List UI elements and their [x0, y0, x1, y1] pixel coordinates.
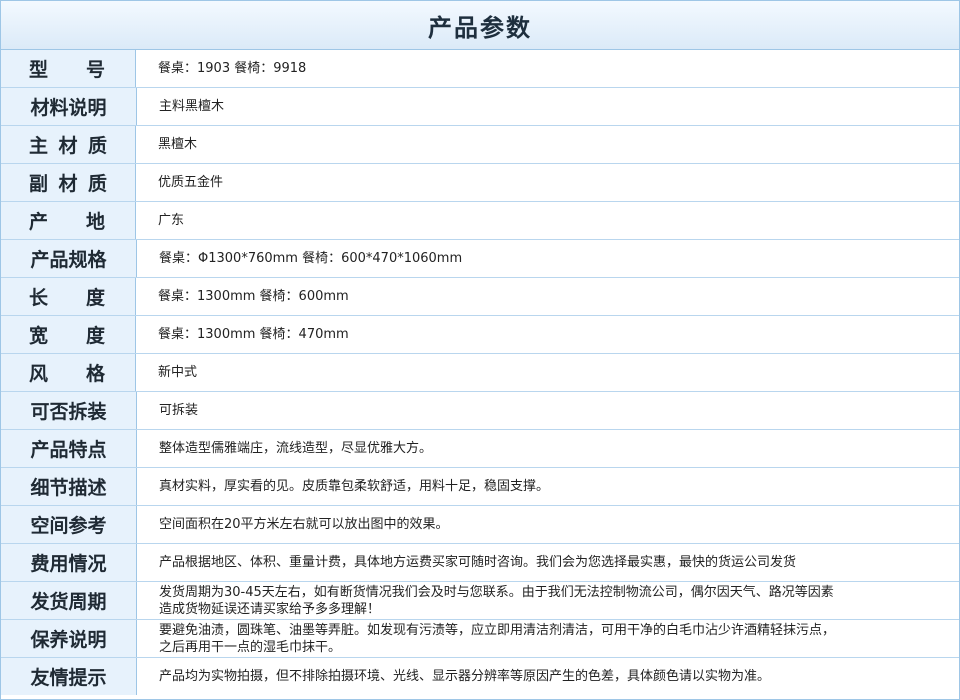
table-row: 保养说明 要避免油渍，圆珠笔、油墨等弄脏。如发现有污渍等，应立即用清洁剂清洁，可…: [1, 620, 959, 658]
row-label-detachable: 可否拆装: [1, 392, 137, 429]
row-label-space-reference: 空间参考: [1, 506, 137, 543]
row-label-model: 型 号: [1, 50, 136, 87]
row-value-model: 餐桌：1903 餐椅：9918: [158, 61, 307, 76]
row-label-features: 产品特点: [1, 430, 137, 467]
table-row: 空间参考 空间面积在20平方米左右就可以放出图中的效果。: [1, 506, 959, 544]
row-label-length: 长 度: [1, 278, 136, 315]
table-row: 材料说明 主料黑檀木: [1, 88, 959, 126]
table-title: 产品参数: [428, 13, 532, 42]
row-value-space-reference: 空间面积在20平方米左右就可以放出图中的效果。: [159, 517, 449, 532]
row-value-features: 整体造型儒雅端庄，流线造型，尽显优雅大方。: [159, 441, 433, 456]
row-value-cost: 产品根据地区、体积、重量计费，具体地方运费买家可随时咨询。我们会为您选择最实惠，…: [159, 555, 797, 570]
row-value-friendly-tip: 产品均为实物拍摄，但不排除拍摄环境、光线、显示器分辨率等原因产生的色差，具体颜色…: [159, 669, 771, 684]
row-label-origin: 产 地: [1, 202, 136, 239]
table-row: 可否拆装 可拆装: [1, 392, 959, 430]
table-row: 长 度 餐桌：1300mm 餐椅：600mm: [1, 278, 959, 316]
row-value-main-material: 黑檀木: [158, 137, 198, 152]
row-value-style: 新中式: [158, 365, 198, 380]
product-parameters-table: 产品参数 型 号 餐桌：1903 餐椅：9918 材料说明 主料黑檀木 主 材 …: [0, 0, 960, 700]
row-label-maintenance: 保养说明: [1, 620, 137, 657]
row-label-shipping-cycle: 发货周期: [1, 582, 137, 619]
row-value-shipping-cycle: 发货周期为30-45天左右，如有断货情况我们会及时与您联系。由于我们无法控制物流…: [159, 584, 834, 617]
row-label-secondary-material: 副 材 质: [1, 164, 136, 201]
table-row: 费用情况 产品根据地区、体积、重量计费，具体地方运费买家可随时咨询。我们会为您选…: [1, 544, 959, 582]
table-row: 产品特点 整体造型儒雅端庄，流线造型，尽显优雅大方。: [1, 430, 959, 468]
row-value-secondary-material: 优质五金件: [158, 175, 224, 190]
table-row: 产品规格 餐桌：Φ1300*760mm 餐椅：600*470*1060mm: [1, 240, 959, 278]
row-value-material-desc: 主料黑檀木: [159, 99, 225, 114]
row-label-material-desc: 材料说明: [1, 88, 137, 125]
row-value-details: 真材实料，厚实看的见。皮质靠包柔软舒适，用料十足，稳固支撑。: [159, 479, 550, 494]
table-row: 产 地 广东: [1, 202, 959, 240]
row-label-cost: 费用情况: [1, 544, 137, 581]
table-row: 风 格 新中式: [1, 354, 959, 392]
row-value-length: 餐桌：1300mm 餐椅：600mm: [158, 289, 349, 304]
row-value-detachable: 可拆装: [159, 403, 199, 418]
table-row: 细节描述 真材实料，厚实看的见。皮质靠包柔软舒适，用料十足，稳固支撑。: [1, 468, 959, 506]
table-row: 宽 度 餐桌：1300mm 餐椅：470mm: [1, 316, 959, 354]
row-value-specs: 餐桌：Φ1300*760mm 餐椅：600*470*1060mm: [159, 251, 463, 266]
row-label-specs: 产品规格: [1, 240, 137, 277]
table-row: 副 材 质 优质五金件: [1, 164, 959, 202]
table-row: 发货周期 发货周期为30-45天左右，如有断货情况我们会及时与您联系。由于我们无…: [1, 582, 959, 620]
row-value-origin: 广东: [158, 213, 185, 228]
table-row: 友情提示 产品均为实物拍摄，但不排除拍摄环境、光线、显示器分辨率等原因产生的色差…: [1, 658, 959, 695]
row-label-width: 宽 度: [1, 316, 136, 353]
row-label-style: 风 格: [1, 354, 136, 391]
parameter-rows: 型 号 餐桌：1903 餐椅：9918 材料说明 主料黑檀木 主 材 质 黑檀木…: [1, 50, 959, 695]
table-header: 产品参数: [1, 1, 959, 50]
table-row: 主 材 质 黑檀木: [1, 126, 959, 164]
row-label-friendly-tip: 友情提示: [1, 658, 137, 695]
row-label-details: 细节描述: [1, 468, 137, 505]
row-value-maintenance: 要避免油渍，圆珠笔、油墨等弄脏。如发现有污渍等，应立即用清洁剂清洁，可用干净的白…: [159, 622, 836, 655]
row-label-main-material: 主 材 质: [1, 126, 136, 163]
table-row: 型 号 餐桌：1903 餐椅：9918: [1, 50, 959, 88]
row-value-width: 餐桌：1300mm 餐椅：470mm: [158, 327, 349, 342]
